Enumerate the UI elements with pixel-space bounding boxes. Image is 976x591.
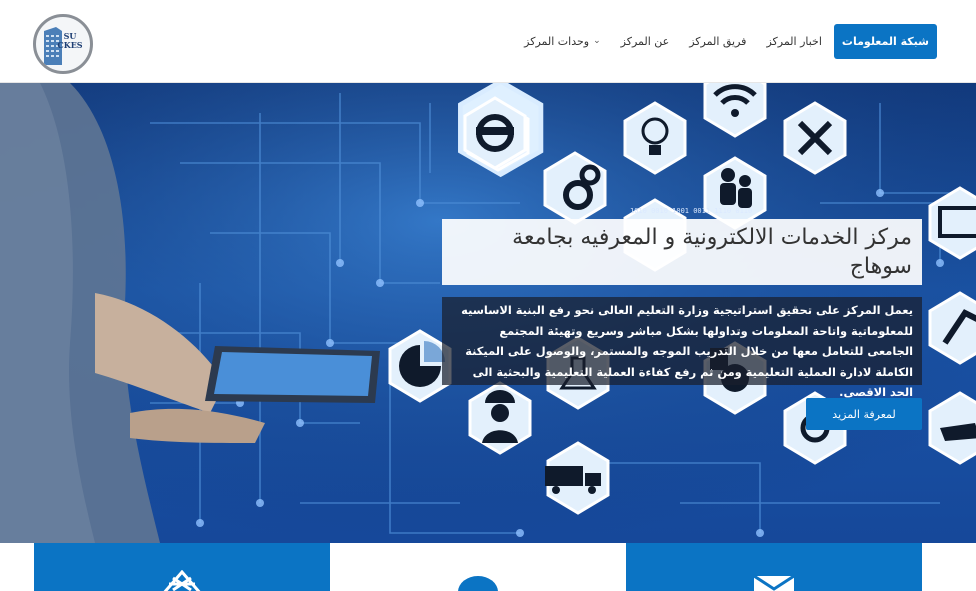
learn-more-button[interactable]: لمعرفة المزيد [806, 398, 922, 430]
envelope-icon [753, 574, 795, 591]
chevron-down-icon: ⌄ [593, 36, 601, 46]
site-header: SU CKES شبكة المعلومات اخبار المركز فريق… [0, 0, 976, 83]
nav-item-news[interactable]: اخبار المركز [756, 24, 831, 59]
nav-item-label: وحدات المركز [524, 35, 590, 48]
nav-item-units-dropdown[interactable]: وحدات المركز ⌄ [514, 24, 610, 59]
nav-item-about[interactable]: عن المركز [611, 24, 680, 59]
feature-cards [34, 543, 922, 591]
feature-card-network[interactable] [34, 543, 330, 591]
nav-item-team[interactable]: فريق المركز [679, 24, 756, 59]
main-nav: شبكة المعلومات اخبار المركز فريق المركز … [514, 24, 937, 59]
hero-slider: 1010 0010 1001 0011 1110 0110 مركز الخدم… [0, 83, 976, 543]
feature-card-contact[interactable] [626, 543, 922, 591]
binary-text: 1010 0010 1001 0011 1110 0110 [630, 207, 752, 215]
nav-item-label: فريق المركز [689, 35, 747, 48]
nav-item-label: اخبار المركز [766, 35, 822, 48]
hero-description: يعمل المركز على تحقيق استراتيجية وزارة ا… [442, 297, 922, 399]
site-logo[interactable]: SU CKES [33, 14, 93, 74]
nav-item-label: شبكة المعلومات [841, 35, 929, 48]
logo-text: SU CKES [57, 31, 83, 50]
user-icon [458, 576, 498, 591]
network-tower-icon [163, 570, 201, 591]
hero-title: مركز الخدمات الالكترونية و المعرفيه بجام… [442, 219, 922, 285]
nav-item-network[interactable]: شبكة المعلومات [833, 24, 937, 59]
nav-item-label: عن المركز [620, 35, 670, 48]
feature-card-user[interactable] [330, 543, 626, 591]
